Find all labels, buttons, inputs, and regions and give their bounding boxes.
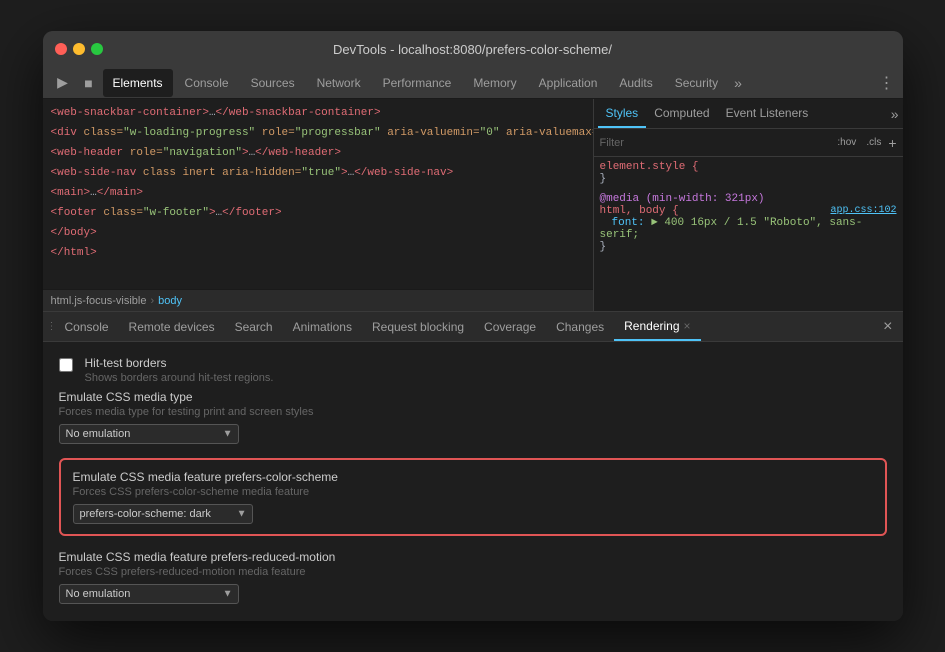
emulate-css-media-select-wrapper: No emulation print screen ▼ [59,424,239,444]
elem-line-6[interactable]: <footer class="w-footer">…</footer> [43,203,593,223]
styles-tabs: Styles Computed Event Listeners » [594,99,903,129]
maximize-button[interactable] [91,43,103,55]
hit-test-checkbox[interactable] [59,358,73,372]
tab-security[interactable]: Security [665,69,728,97]
overflow-menu-icon[interactable]: ⋮ [879,73,895,93]
inspect-icon[interactable]: ■ [77,71,101,95]
rendering-tab-close[interactable]: × [684,319,691,333]
traffic-lights [55,43,103,55]
tab-computed[interactable]: Computed [646,100,717,128]
drawer-tab-request-blocking[interactable]: Request blocking [362,313,474,341]
emulate-reduced-motion-select-wrapper: No emulation prefers-reduced-motion: red… [59,584,239,604]
emulate-color-scheme-title: Emulate CSS media feature prefers-color-… [73,470,873,484]
tab-event-listeners[interactable]: Event Listeners [718,100,817,128]
drawer-tab-coverage[interactable]: Coverage [474,313,546,341]
elements-tree[interactable]: <web-snackbar-container>…</web-snackbar-… [43,99,593,289]
drawer-tab-changes[interactable]: Changes [546,313,614,341]
main-toolbar: ▶ ■ Elements Console Sources Network Per… [43,67,903,99]
filter-bar: :hov .cls + [594,129,903,157]
emulate-css-media-section: Emulate CSS media type Forces media type… [59,390,887,444]
hit-test-sublabel: Shows borders around hit-test regions. [85,372,887,384]
breadcrumb-bar: html.js-focus-visible › body [43,289,593,311]
emulate-reduced-motion-title: Emulate CSS media feature prefers-reduce… [59,550,887,564]
filter-input[interactable] [600,137,831,149]
tab-console[interactable]: Console [175,69,239,97]
more-tabs-icon[interactable]: » [730,75,746,91]
bottom-drawer: ⋮ Console Remote devices Search Animatio… [43,311,903,621]
hit-test-section: Hit-test borders Shows borders around hi… [59,350,887,390]
elem-line-4[interactable]: <web-side-nav class inert aria-hidden="t… [43,163,593,183]
breadcrumb-body[interactable]: body [158,295,182,307]
drawer-tab-remote-devices[interactable]: Remote devices [119,313,225,341]
hit-test-label: Hit-test borders [85,356,887,370]
window-title: DevTools - localhost:8080/prefers-color-… [333,42,612,57]
emulate-reduced-motion-select[interactable]: No emulation prefers-reduced-motion: red… [59,584,239,604]
breadcrumb-separator: › [150,295,154,307]
add-style-icon[interactable]: + [888,135,896,151]
cls-filter-btn[interactable]: .cls [863,136,884,149]
cursor-icon[interactable]: ▶ [51,71,75,95]
emulate-color-scheme-section: Emulate CSS media feature prefers-color-… [59,458,887,536]
tab-performance[interactable]: Performance [373,69,462,97]
content-area: <web-snackbar-container>…</web-snackbar-… [43,99,903,311]
breadcrumb-html[interactable]: html.js-focus-visible [51,295,147,307]
emulate-reduced-motion-subtitle: Forces CSS prefers-reduced-motion media … [59,566,887,578]
titlebar: DevTools - localhost:8080/prefers-color-… [43,31,903,67]
drawer-tab-console[interactable]: Console [55,313,119,341]
hit-test-labels: Hit-test borders Shows borders around hi… [85,356,887,384]
elem-line-5[interactable]: <main>…</main> [43,183,593,203]
tab-application[interactable]: Application [529,69,608,97]
drawer-rendering-content: Hit-test borders Shows borders around hi… [43,342,903,621]
tab-audits[interactable]: Audits [609,69,662,97]
drawer-handle[interactable]: ⋮ [47,321,55,332]
emulate-css-media-select[interactable]: No emulation print screen [59,424,239,444]
styles-panel: Styles Computed Event Listeners » :hov .… [593,99,903,311]
elem-line-8[interactable]: </html> [43,243,593,263]
elements-panel: <web-snackbar-container>…</web-snackbar-… [43,99,593,311]
tab-styles[interactable]: Styles [598,100,647,128]
emulate-reduced-motion-section: Emulate CSS media feature prefers-reduce… [59,550,887,604]
media-rule: @media (min-width: 321px) html, body {ap… [600,193,897,253]
drawer-tab-rendering[interactable]: Rendering × [614,313,700,341]
styles-content: element.style { } @media (min-width: 321… [594,157,903,311]
emulate-css-media-title: Emulate CSS media type [59,390,887,404]
emulate-color-scheme-select[interactable]: prefers-color-scheme: dark prefers-color… [73,504,253,524]
hover-filter-btn[interactable]: :hov [834,136,859,149]
close-button[interactable] [55,43,67,55]
devtools-window: DevTools - localhost:8080/prefers-color-… [43,31,903,621]
elem-line-1[interactable]: <web-snackbar-container>…</web-snackbar-… [43,103,593,123]
elem-line-3[interactable]: <web-header role="navigation">…</web-hea… [43,143,593,163]
element-style-rule: element.style { } [600,161,897,185]
elem-line-2[interactable]: <div class="w-loading-progress" role="pr… [43,123,593,143]
emulate-color-scheme-subtitle: Forces CSS prefers-color-scheme media fe… [73,486,873,498]
drawer-tab-animations[interactable]: Animations [283,313,362,341]
tab-sources[interactable]: Sources [241,69,305,97]
tab-memory[interactable]: Memory [463,69,526,97]
tab-network[interactable]: Network [307,69,371,97]
styles-more-icon[interactable]: » [891,106,899,122]
emulate-color-scheme-select-wrapper: prefers-color-scheme: dark prefers-color… [73,504,253,524]
drawer-tab-search[interactable]: Search [225,313,283,341]
drawer-close-icon[interactable]: × [877,318,898,336]
style-link[interactable]: app.css:102 [830,205,896,216]
elem-line-7[interactable]: </body> [43,223,593,243]
minimize-button[interactable] [73,43,85,55]
emulate-css-media-subtitle: Forces media type for testing print and … [59,406,887,418]
tab-elements[interactable]: Elements [103,69,173,97]
drawer-tabs: ⋮ Console Remote devices Search Animatio… [43,312,903,342]
